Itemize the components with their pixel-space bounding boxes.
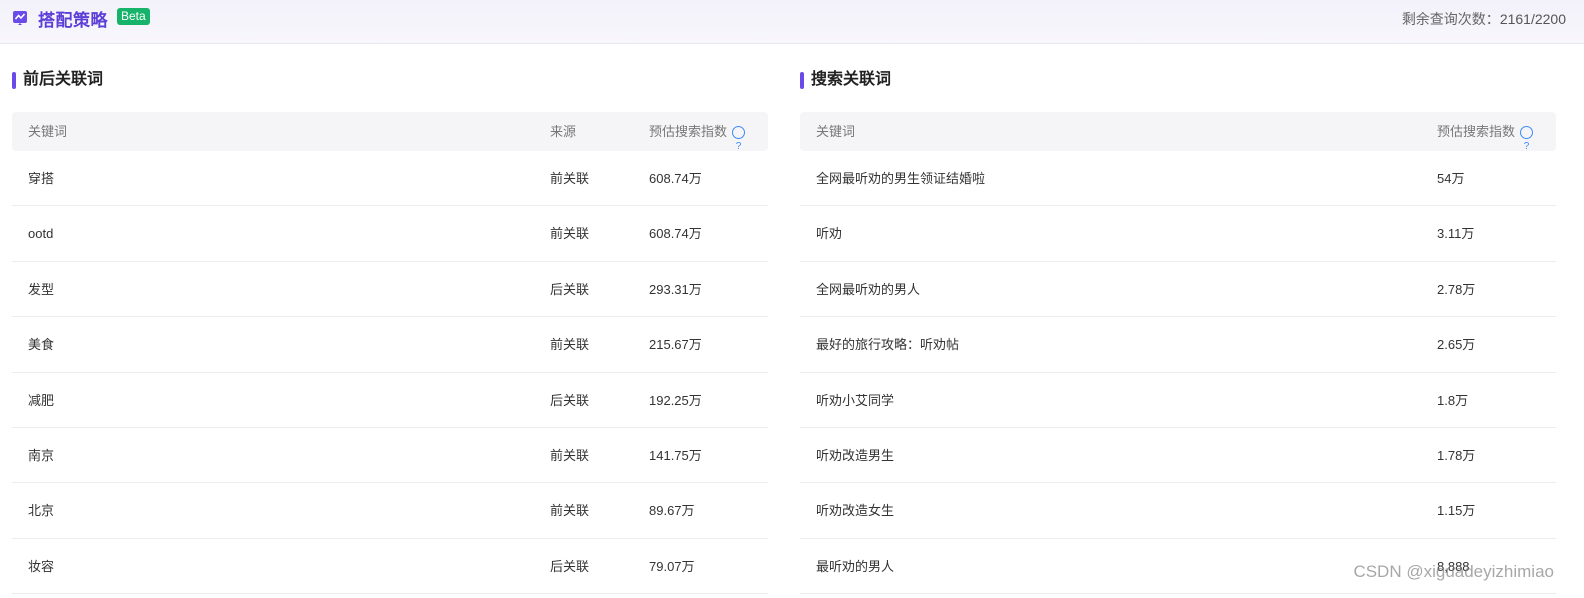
- keyword-cell: 美食: [28, 337, 55, 353]
- keyword-cell: 最听劝的男人: [816, 558, 895, 574]
- section-title-text: 前后关联词: [23, 71, 104, 88]
- source-cell: 前关联: [550, 503, 590, 519]
- table-row[interactable]: 减肥 后关联 192.25万: [12, 373, 768, 428]
- strategy-icon: [13, 11, 27, 25]
- keyword-cell: 听劝小艾同学: [816, 392, 895, 408]
- table-row[interactable]: ootd 前关联 608.74万: [12, 206, 768, 262]
- col-search-index-label: 预估搜索指数: [649, 124, 728, 139]
- col-search-index-label: 预估搜索指数: [1437, 124, 1516, 139]
- pre-post-keywords-panel: 前后关联词 关键词 来源 预估搜索指数? 穿搭 前关联 608.74万 ootd 前关…: [12, 60, 768, 595]
- index-cell: 2.65万: [1437, 337, 1476, 353]
- index-cell: 89.67万: [649, 503, 695, 519]
- table-row[interactable]: 南京 前关联 141.75万: [12, 428, 768, 484]
- keyword-cell: 全网最听劝的男人: [816, 281, 921, 297]
- table-row[interactable]: 全网最听劝的男生领证结婚啦 54万: [800, 151, 1556, 207]
- quota-value: 2161/2200: [1499, 11, 1566, 27]
- table-row[interactable]: 发型 后关联 293.31万: [12, 262, 768, 318]
- help-icon[interactable]: ?: [1520, 126, 1534, 152]
- keyword-cell: 听劝: [816, 226, 843, 242]
- index-cell: 608.74万: [649, 226, 702, 242]
- source-cell: 前关联: [550, 337, 590, 353]
- watermark: CSDN @xiguadeyizhimiao: [1353, 562, 1554, 581]
- table-row[interactable]: 听劝小艾同学 1.8万: [800, 373, 1556, 428]
- table-header: 关键词 来源 预估搜索指数?: [12, 112, 768, 152]
- table-row[interactable]: 北京 前关联 89.67万: [12, 483, 768, 539]
- index-cell: 3.11万: [1437, 226, 1475, 242]
- source-cell: 前关联: [550, 447, 590, 463]
- keyword-cell: 南京: [28, 447, 55, 463]
- keyword-cell: 听劝改造男生: [816, 447, 895, 463]
- keyword-cell: 穿搭: [28, 171, 55, 186]
- table-body: 穿搭 前关联 608.74万 ootd 前关联 608.74万 发型 后关联 293.31万…: [12, 151, 768, 595]
- table-row[interactable]: 全网最听劝的男人 2.78万: [800, 262, 1556, 318]
- index-cell: 141.75万: [649, 447, 702, 463]
- table-row[interactable]: 妆容 后关联 79.07万: [12, 539, 768, 595]
- table-header: 关键词 预估搜索指数?: [800, 112, 1556, 152]
- section-title: 前后关联词: [12, 60, 768, 100]
- beta-badge: Beta: [117, 8, 150, 25]
- keyword-cell: 北京: [28, 503, 55, 519]
- index-cell: 1.8万: [1437, 392, 1469, 408]
- index-cell: 608.74万: [649, 171, 702, 186]
- table-row[interactable]: 美食 前关联 215.67万: [12, 317, 768, 373]
- source-cell: 前关联: [550, 171, 590, 186]
- table-row[interactable]: 听劝改造女生 1.15万: [800, 483, 1556, 539]
- source-cell: 前关联: [550, 226, 590, 242]
- index-cell: 293.31万: [649, 281, 702, 297]
- keyword-cell: 听劝改造女生: [816, 503, 895, 519]
- keyword-cell: 妆容: [28, 558, 55, 574]
- table-row[interactable]: 听劝 3.11万: [800, 206, 1556, 262]
- table-row[interactable]: 穿搭 前关联 608.74万: [12, 151, 768, 207]
- col-source: 来源: [550, 124, 577, 139]
- source-cell: 后关联: [550, 558, 590, 574]
- index-cell: 54万: [1437, 171, 1465, 186]
- search-keywords-panel: 搜索关联词 关键词 预估搜索指数? 全网最听劝的男生领证结婚啦 54万 听劝 3.1…: [800, 60, 1556, 595]
- section-accent-bar: [800, 72, 804, 89]
- col-search-index: 预估搜索指数?: [1437, 112, 1534, 152]
- section-accent-bar: [12, 72, 16, 89]
- col-keyword: 关键词: [816, 124, 856, 139]
- keyword-cell: 减肥: [28, 392, 55, 408]
- quota-label: 剩余查询次数：: [1401, 11, 1500, 27]
- source-cell: 后关联: [550, 392, 590, 408]
- index-cell: 192.25万: [649, 392, 702, 408]
- index-cell: 1.15万: [1437, 503, 1476, 519]
- brand-title: 搭配策略: [38, 11, 108, 30]
- help-icon[interactable]: ?: [732, 126, 746, 152]
- keyword-cell: ootd: [28, 226, 54, 242]
- col-search-index: 预估搜索指数?: [649, 112, 746, 152]
- section-title-text: 搜索关联词: [811, 71, 892, 88]
- index-cell: 79.07万: [649, 558, 695, 574]
- keyword-cell: 发型: [28, 281, 55, 297]
- table-row[interactable]: 最好的旅行攻略：听劝帖 2.65万: [800, 317, 1556, 373]
- keyword-cell: 全网最听劝的男生领证结婚啦: [816, 171, 986, 186]
- col-keyword: 关键词: [28, 124, 68, 139]
- index-cell: 215.67万: [649, 337, 702, 353]
- source-cell: 后关联: [550, 281, 590, 297]
- index-cell: 2.78万: [1437, 281, 1476, 297]
- index-cell: 1.78万: [1437, 447, 1476, 463]
- keyword-cell: 最好的旅行攻略：听劝帖: [816, 337, 960, 353]
- query-quota: 剩余查询次数：2161/2200: [1402, 9, 1566, 29]
- section-title: 搜索关联词: [800, 60, 1556, 100]
- top-bar: 搭配策略 Beta 剩余查询次数：2161/2200: [0, 0, 1584, 44]
- table-body: 全网最听劝的男生领证结婚啦 54万 听劝 3.11万 全网最听劝的男人 2.78万 最…: [800, 151, 1556, 595]
- table-row[interactable]: 听劝改造男生 1.78万: [800, 428, 1556, 484]
